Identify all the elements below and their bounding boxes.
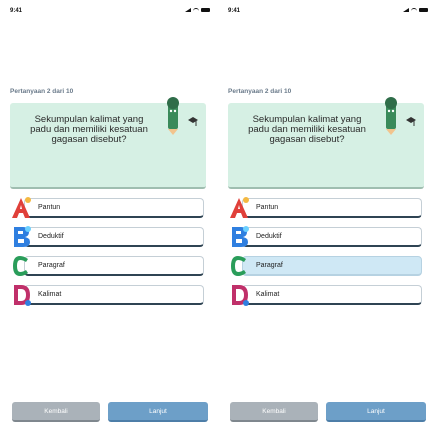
option-b[interactable]: Deduktif — [228, 225, 424, 249]
back-button[interactable]: Kembali — [12, 402, 100, 422]
option-d[interactable]: Kalimat — [10, 283, 206, 307]
option-label: Deduktif — [256, 233, 282, 240]
question-card: Sekumpulan kalimat yang padu dan memilik… — [10, 97, 206, 189]
letter-c-icon — [13, 256, 28, 276]
option-c-selected[interactable]: Paragraf — [228, 254, 424, 278]
status-bar: 9:41 — [10, 8, 210, 18]
wifi-icon — [193, 8, 199, 12]
status-icons — [403, 8, 428, 12]
footer-buttons: Kembali Lanjut — [10, 402, 210, 422]
status-time: 9:41 — [228, 8, 241, 14]
back-button[interactable]: Kembali — [230, 402, 318, 422]
status-bar: 9:41 — [228, 8, 428, 18]
wifi-icon — [411, 8, 417, 12]
option-label: Paragraf — [38, 262, 65, 269]
battery-icon — [419, 8, 428, 12]
mascot-pencil-icon — [385, 97, 397, 135]
option-label: Deduktif — [38, 233, 64, 240]
question-text: Sekumpulan kalimat yang padu dan memilik… — [248, 114, 366, 145]
option-d[interactable]: Kalimat — [228, 283, 424, 307]
option-label: Kalimat — [256, 291, 280, 298]
letter-a-icon — [230, 197, 249, 218]
question-card: Sekumpulan kalimat yang padu dan memilik… — [228, 97, 424, 189]
footer-buttons: Kembali Lanjut — [228, 402, 428, 422]
letter-d-icon — [232, 285, 249, 306]
option-label: Paragraf — [256, 262, 283, 269]
quiz-screen-right: 9:41 Pertanyaan 2 dari 10 Sekumpulan kal… — [228, 0, 428, 429]
mascot-pencil-icon — [167, 97, 179, 135]
letter-b-icon — [14, 226, 31, 247]
graduation-cap-icon — [406, 117, 416, 126]
signal-icon — [185, 8, 191, 12]
letter-a-icon — [12, 197, 31, 218]
option-label: Pantun — [256, 204, 279, 211]
letter-d-icon — [14, 285, 31, 306]
option-c[interactable]: Paragraf — [10, 254, 206, 278]
graduation-cap-icon — [188, 117, 198, 126]
option-label: Pantun — [38, 204, 61, 211]
option-a[interactable]: Pantun — [10, 196, 206, 220]
status-time: 9:41 — [10, 8, 23, 14]
question-counter: Pertanyaan 2 dari 10 — [228, 88, 292, 95]
letter-c-icon — [231, 256, 246, 276]
option-b[interactable]: Deduktif — [10, 225, 206, 249]
question-text: Sekumpulan kalimat yang padu dan memilik… — [30, 114, 148, 145]
options-list: Pantun Deduktif Paragraf Kalimat — [228, 196, 424, 312]
option-a[interactable]: Pantun — [228, 196, 424, 220]
letter-b-icon — [232, 226, 249, 247]
question-counter: Pertanyaan 2 dari 10 — [10, 88, 74, 95]
option-label: Kalimat — [38, 291, 62, 298]
quiz-screen-left: 9:41 Pertanyaan 2 dari 10 Sekumpulan kal… — [10, 0, 210, 429]
next-button[interactable]: Lanjut — [326, 402, 426, 422]
status-icons — [185, 8, 210, 12]
next-button[interactable]: Lanjut — [108, 402, 208, 422]
battery-icon — [201, 8, 210, 12]
options-list: Pantun Deduktif Paragraf Kalimat — [10, 196, 206, 312]
signal-icon — [403, 8, 409, 12]
